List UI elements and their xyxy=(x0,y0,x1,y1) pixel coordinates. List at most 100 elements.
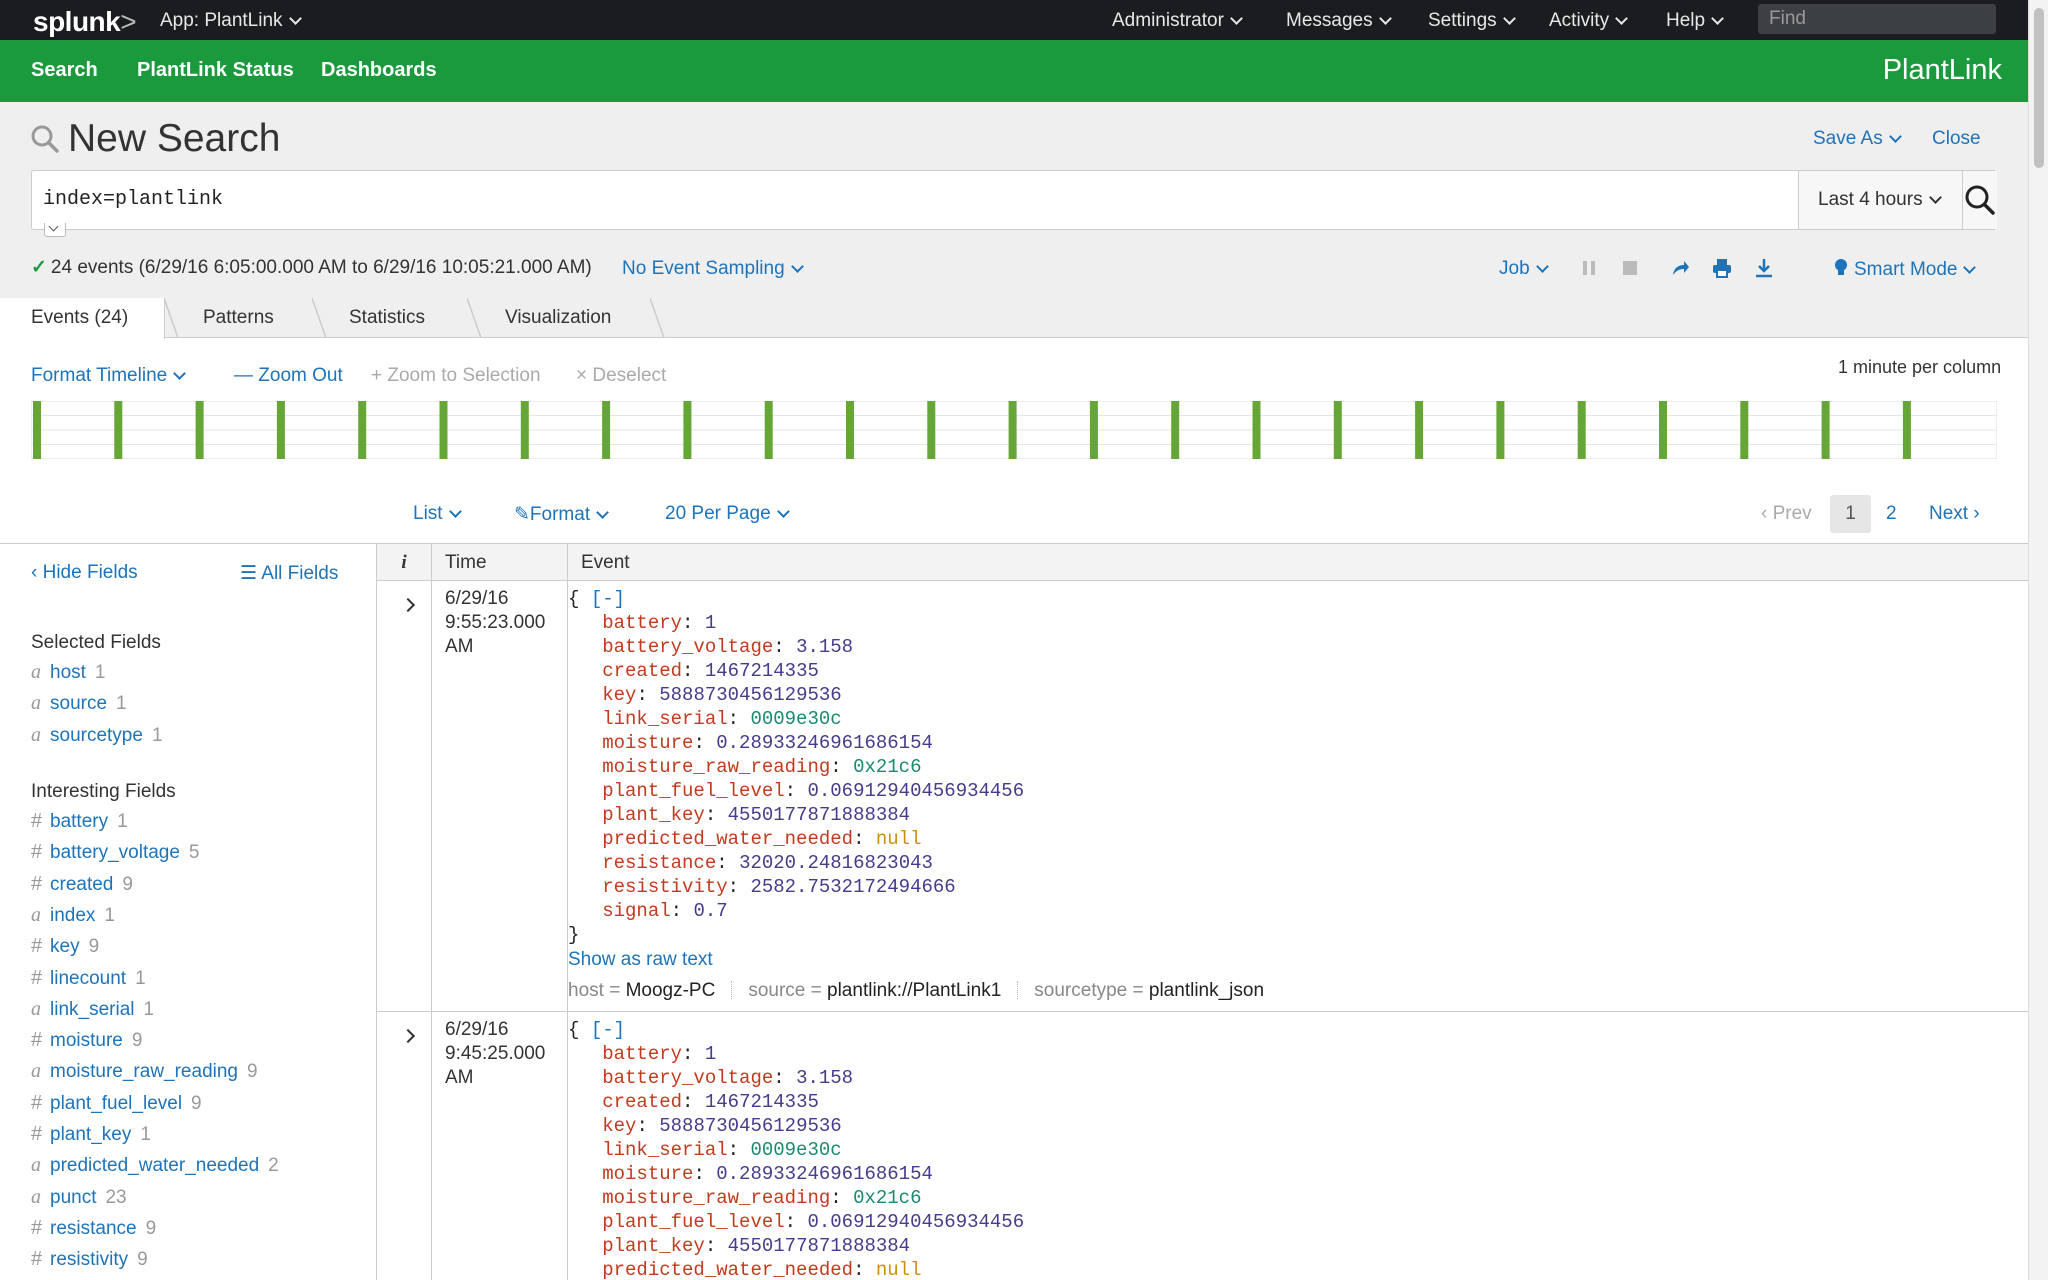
json-key[interactable]: moisture xyxy=(602,1163,693,1185)
tab-visualization[interactable]: Visualization xyxy=(505,298,611,338)
show-raw-text-link[interactable]: Show as raw text xyxy=(568,949,2018,971)
timeline-bar[interactable] xyxy=(276,401,285,459)
prev-page-button[interactable]: ‹ Prev xyxy=(1761,503,1812,525)
json-value[interactable]: 3.158 xyxy=(796,636,853,658)
json-key[interactable]: moisture_raw_reading xyxy=(602,756,830,778)
find-input[interactable] xyxy=(1758,4,1996,34)
field-item-moisture-raw-reading[interactable]: a moisture_raw_reading 9 xyxy=(31,1060,258,1083)
field-name[interactable]: plant_fuel_level xyxy=(50,1093,182,1114)
json-value[interactable]: 0009e30c xyxy=(750,708,841,730)
all-fields-button[interactable]: ☰ All Fields xyxy=(240,562,338,585)
field-item-source[interactable]: a source 1 xyxy=(31,692,127,715)
json-value[interactable]: 2582.7532172494666 xyxy=(750,876,955,898)
event-time-cell[interactable]: 6/29/16 9:55:23.000 AM xyxy=(432,581,568,1011)
json-key[interactable]: key xyxy=(602,1115,636,1137)
app-menu[interactable]: App: PlantLink xyxy=(160,10,302,32)
metadata-source[interactable]: source = plantlink://PlantLink1 xyxy=(748,980,1001,1001)
field-item-sourcetype[interactable]: a sourcetype 1 xyxy=(31,724,163,747)
json-value[interactable]: 0.28933246961686154 xyxy=(716,732,933,754)
timeline-bar[interactable] xyxy=(1171,401,1180,459)
timeline-bar[interactable] xyxy=(1740,401,1749,459)
page-scrollbar[interactable] xyxy=(2028,0,2048,1280)
page-1-button[interactable]: 1 xyxy=(1830,495,1871,533)
format-timeline-dropdown[interactable]: Format Timeline xyxy=(31,365,187,387)
search-button[interactable] xyxy=(1962,171,1997,229)
json-value[interactable]: 5888730456129536 xyxy=(659,1115,841,1137)
page-2-button[interactable]: 2 xyxy=(1886,503,1897,525)
field-item-battery[interactable]: # battery 1 xyxy=(31,810,128,833)
json-value[interactable]: null xyxy=(876,828,922,850)
json-value[interactable]: 0x21c6 xyxy=(853,756,921,778)
field-name[interactable]: source xyxy=(50,693,107,714)
splunk-logo[interactable]: splunk> xyxy=(33,6,137,38)
timeline-chart[interactable] xyxy=(31,401,1997,459)
json-value[interactable]: null xyxy=(876,1259,922,1280)
field-item-resistance[interactable]: # resistance 9 xyxy=(31,1217,156,1240)
timeline-bar[interactable] xyxy=(114,401,123,459)
field-name[interactable]: battery_voltage xyxy=(50,842,180,863)
timeline-bar[interactable] xyxy=(1252,401,1261,459)
json-key[interactable]: created xyxy=(602,660,682,682)
field-name[interactable]: key xyxy=(50,936,80,957)
timeline-bar[interactable] xyxy=(358,401,367,459)
tab-patterns[interactable]: Patterns xyxy=(203,298,274,338)
collapse-json-toggle[interactable]: [-] xyxy=(591,588,625,610)
timeline-bar[interactable] xyxy=(1496,401,1505,459)
timeline-bar[interactable] xyxy=(195,401,204,459)
field-item-host[interactable]: a host 1 xyxy=(31,661,106,684)
field-item-battery-voltage[interactable]: # battery_voltage 5 xyxy=(31,841,200,864)
field-item-punct[interactable]: a punct 23 xyxy=(31,1186,127,1209)
json-key[interactable]: link_serial xyxy=(602,708,727,730)
timeline-bar[interactable] xyxy=(683,401,692,459)
time-column-header[interactable]: Time xyxy=(432,544,568,581)
json-key[interactable]: plant_key xyxy=(602,804,705,826)
json-value[interactable]: 1 xyxy=(705,612,716,634)
timeline-bar[interactable] xyxy=(1821,401,1830,459)
deselect-button[interactable]: × Deselect xyxy=(576,365,666,387)
json-value[interactable]: 0x21c6 xyxy=(853,1187,921,1209)
field-name[interactable]: created xyxy=(50,874,113,895)
timeline-bar[interactable] xyxy=(1902,401,1911,459)
metadata-sourcetype[interactable]: sourcetype = plantlink_json xyxy=(1034,980,1264,1001)
json-value[interactable]: 0.06912940456934456 xyxy=(807,1211,1024,1233)
timeline-bar[interactable] xyxy=(1333,401,1342,459)
json-value[interactable]: 4550177871888384 xyxy=(728,804,910,826)
timeline-bar[interactable] xyxy=(520,401,529,459)
json-key[interactable]: signal xyxy=(602,900,670,922)
json-key[interactable]: moisture xyxy=(602,732,693,754)
field-name[interactable]: host xyxy=(50,662,86,683)
timeline-bar[interactable] xyxy=(1577,401,1586,459)
zoom-out-button[interactable]: — Zoom Out xyxy=(234,365,343,387)
pause-icon[interactable] xyxy=(1582,260,1596,276)
json-key[interactable]: plant_key xyxy=(602,1235,705,1257)
expand-query-toggle[interactable] xyxy=(44,221,66,237)
event-sampling-dropdown[interactable]: No Event Sampling xyxy=(622,258,804,280)
search-query-input[interactable]: index=plantlink xyxy=(43,188,223,211)
share-icon[interactable] xyxy=(1670,258,1690,278)
field-name[interactable]: predicted_water_needed xyxy=(50,1155,259,1176)
hide-fields-button[interactable]: ‹ Hide Fields xyxy=(31,562,138,584)
json-key[interactable]: resistance xyxy=(602,852,716,874)
list-view-dropdown[interactable]: List xyxy=(413,503,462,525)
json-key[interactable]: plant_fuel_level xyxy=(602,780,784,802)
json-value[interactable]: 1467214335 xyxy=(705,1091,819,1113)
field-item-resistivity[interactable]: # resistivity 9 xyxy=(31,1248,148,1271)
json-key[interactable]: link_serial xyxy=(602,1139,727,1161)
json-value[interactable]: 32020.24816823043 xyxy=(739,852,933,874)
timeline-bar[interactable] xyxy=(439,401,448,459)
json-value[interactable]: 0.28933246961686154 xyxy=(716,1163,933,1185)
field-name[interactable]: resistivity xyxy=(50,1249,128,1270)
field-name[interactable]: linecount xyxy=(50,968,126,989)
json-value[interactable]: 5888730456129536 xyxy=(659,684,841,706)
field-item-link-serial[interactable]: a link_serial 1 xyxy=(31,998,154,1021)
nav-dashboards[interactable]: Dashboards xyxy=(321,59,437,82)
json-key[interactable]: moisture_raw_reading xyxy=(602,1187,830,1209)
json-key[interactable]: resistivity xyxy=(602,876,727,898)
json-key[interactable]: key xyxy=(602,684,636,706)
field-item-plant-key[interactable]: # plant_key 1 xyxy=(31,1123,151,1146)
menu-messages[interactable]: Messages xyxy=(1286,10,1392,32)
tab-events[interactable]: Events (24) xyxy=(0,298,165,339)
field-name[interactable]: moisture xyxy=(50,1030,123,1051)
json-value[interactable]: 0009e30c xyxy=(750,1139,841,1161)
nav-plantlink-status[interactable]: PlantLink Status xyxy=(137,59,294,82)
